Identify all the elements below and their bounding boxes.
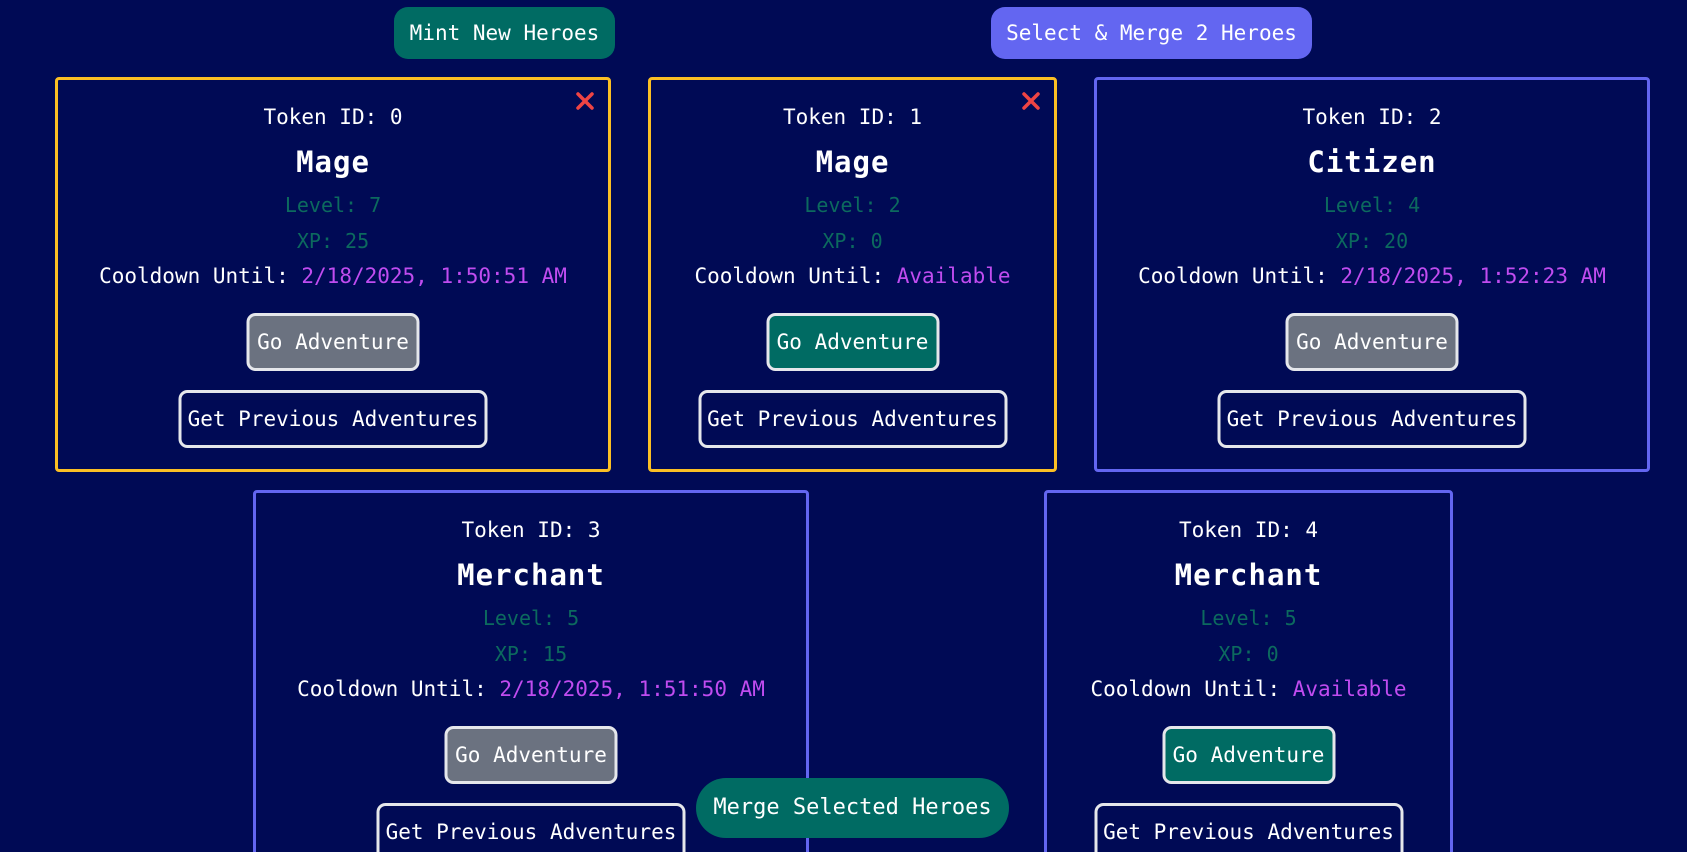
token-id: Token ID: 4 (1178, 518, 1319, 542)
go-adventure-button[interactable]: Go Adventure (766, 313, 939, 371)
hero-card-0[interactable]: Token ID: 0 Mage Level: 7 XP: 25 Cooldow… (55, 77, 611, 472)
get-previous-adventures-button[interactable]: Get Previous Adventures (1094, 803, 1403, 852)
hero-level: Level: 4 (1323, 193, 1421, 217)
go-adventure-button[interactable]: Go Adventure (246, 313, 420, 371)
hero-class: Mage (815, 145, 890, 179)
merge-selected-heroes-button[interactable]: Merge Selected Heroes (696, 778, 1009, 838)
get-previous-adventures-button[interactable]: Get Previous Adventures (698, 390, 1007, 448)
hero-level: Level: 7 (284, 193, 382, 217)
hero-cooldown: Cooldown Until: 2/18/2025, 1:52:23 AM (1138, 264, 1606, 288)
hero-card-1[interactable]: Token ID: 1 Mage Level: 2 XP: 0 Cooldown… (648, 77, 1057, 472)
hero-xp: XP: 15 (494, 642, 568, 666)
hero-level: Level: 5 (482, 606, 580, 630)
go-adventure-button[interactable]: Go Adventure (1162, 726, 1335, 784)
hero-xp: XP: 25 (296, 229, 370, 253)
hero-xp: XP: 20 (1335, 229, 1409, 253)
hero-card-4[interactable]: Token ID: 4 Merchant Level: 5 XP: 0 Cool… (1044, 490, 1453, 852)
hero-cooldown: Cooldown Until: 2/18/2025, 1:50:51 AM (99, 264, 567, 288)
hero-class: Merchant (1174, 558, 1323, 592)
select-merge-heroes-button[interactable]: Select & Merge 2 Heroes (991, 7, 1312, 59)
hero-level: Level: 2 (804, 193, 901, 217)
get-previous-adventures-button[interactable]: Get Previous Adventures (376, 803, 686, 852)
hero-xp: XP: 0 (1218, 642, 1279, 666)
go-adventure-button[interactable]: Go Adventure (1285, 313, 1459, 371)
mint-new-heroes-button[interactable]: Mint New Heroes (394, 7, 615, 59)
hero-cooldown: Cooldown Until: Available (1090, 677, 1407, 701)
go-adventure-button[interactable]: Go Adventure (444, 726, 618, 784)
get-previous-adventures-button[interactable]: Get Previous Adventures (178, 390, 488, 448)
hero-xp: XP: 0 (822, 229, 883, 253)
hero-class: Merchant (457, 558, 605, 592)
get-previous-adventures-button[interactable]: Get Previous Adventures (1217, 390, 1527, 448)
token-id: Token ID: 2 (1302, 105, 1442, 129)
token-id: Token ID: 3 (461, 518, 601, 542)
hero-card-2[interactable]: Token ID: 2 Citizen Level: 4 XP: 20 Cool… (1094, 77, 1650, 472)
page: Mint New Heroes Select & Merge 2 Heroes … (0, 0, 1687, 852)
hero-cooldown: Cooldown Until: 2/18/2025, 1:51:50 AM (297, 677, 765, 701)
hero-cooldown: Cooldown Until: Available (694, 264, 1011, 288)
hero-class: Mage (296, 145, 370, 179)
token-id: Token ID: 1 (782, 105, 923, 129)
hero-class: Citizen (1307, 145, 1437, 179)
hero-level: Level: 5 (1200, 606, 1297, 630)
token-id: Token ID: 0 (263, 105, 403, 129)
